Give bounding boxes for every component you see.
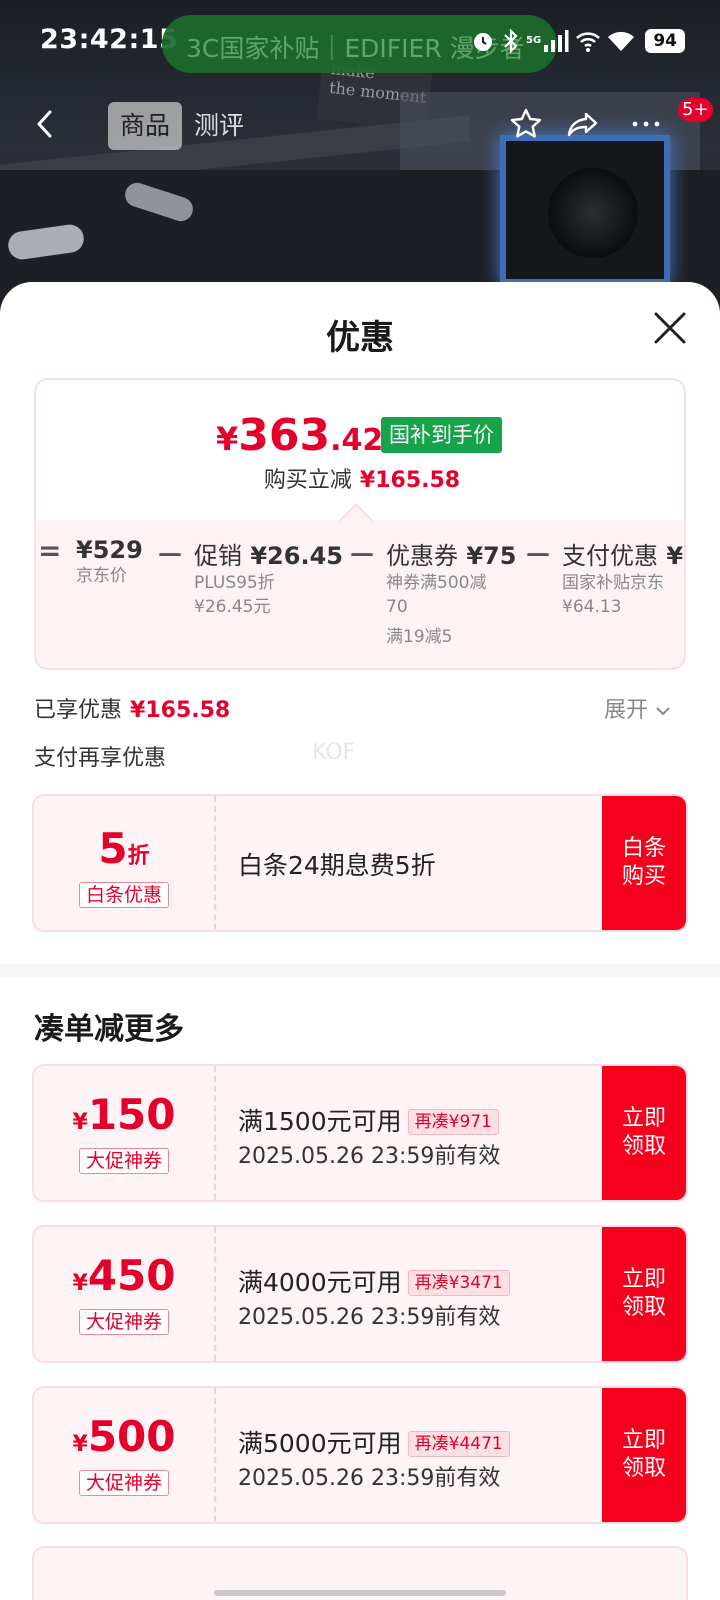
share-icon[interactable]: [566, 106, 602, 142]
section-title: 凑单减更多: [34, 1012, 184, 1047]
coupon-validity: 2025.05.26 23:59前有效: [238, 1144, 501, 1169]
message-count-badge: 5+: [678, 98, 713, 122]
coupon-condition: 满4000元可用 再凑¥3471: [238, 1263, 510, 1299]
coupon-validity: 2025.05.26 23:59前有效: [238, 1305, 501, 1330]
product-tabs: 商品 测评: [108, 102, 256, 150]
coupon-gap-badge: 再凑¥971: [407, 1109, 499, 1135]
claim-coupon-button[interactable]: 立即领取: [602, 1388, 686, 1522]
coupon-card: ¥450 大促神券 满4000元可用 再凑¥3471 2025.05.26 23:…: [32, 1225, 688, 1363]
subsidy-price-tag: 国补到手价: [381, 417, 502, 453]
minus-sign: －: [156, 539, 185, 572]
coupon-gap-badge: 再凑¥3471: [407, 1270, 510, 1296]
breakdown-item-promotion: 促销 ¥26.45 PLUS95折 ¥26.45元: [194, 542, 343, 617]
home-indicator[interactable]: [214, 1590, 506, 1596]
instant-reduction: 购买立减 ¥165.58: [263, 468, 461, 493]
more-icon[interactable]: [628, 106, 664, 142]
coupon-validity: 2025.05.26 23:59前有效: [238, 1466, 501, 1491]
watermark: KOF: [312, 740, 356, 765]
coupon-tag: 大促神券: [78, 1148, 169, 1174]
network-type-label: 5G: [526, 35, 542, 46]
coupon-amount: 500: [87, 1412, 176, 1461]
equals-sign: =: [38, 534, 62, 567]
wifi-icon-2: [608, 31, 635, 51]
coupon-tag: 大促神券: [78, 1309, 169, 1335]
tab-product[interactable]: 商品: [108, 102, 183, 150]
battery-level: 94: [645, 29, 686, 53]
chevron-down-icon: [656, 707, 670, 716]
alarm-icon: [474, 33, 492, 51]
discount-amount: 5: [98, 824, 128, 873]
coupon-condition: 满5000元可用 再凑¥4471: [238, 1424, 510, 1460]
enjoyed-discount: 已享优惠 ¥165.58: [34, 698, 231, 723]
coupon-amount: 450: [87, 1251, 176, 1300]
favorite-star-icon[interactable]: [508, 106, 544, 142]
coupon-card: ¥150 大促神券 满1500元可用 再凑¥971 2025.05.26 23:5…: [32, 1064, 688, 1202]
status-bar: 23:42:15 3C国家补贴｜EDIFIER 漫步者 5G 94: [0, 0, 720, 80]
signal-icon: [544, 30, 569, 52]
sheet-title: 优惠: [326, 318, 394, 358]
minus-sign: －: [348, 539, 377, 572]
close-icon[interactable]: [652, 310, 688, 346]
status-icons: 5G 94: [470, 26, 686, 56]
coupon-condition: 满1500元可用 再凑¥971: [238, 1102, 499, 1138]
tab-reviews[interactable]: 测评: [182, 102, 256, 150]
coupon-gap-badge: 再凑¥4471: [407, 1431, 510, 1457]
coupon-tag: 大促神券: [78, 1470, 169, 1496]
baitiao-discount-card: 5折 白条优惠 白条24期息费5折 白条购买: [32, 794, 688, 932]
section-divider: [0, 964, 720, 978]
final-price: ¥363.42: [216, 410, 384, 461]
baitiao-buy-button[interactable]: 白条购买: [602, 796, 686, 930]
coupon-card: ¥500 大促神券 满5000元可用 再凑¥4471 2025.05.26 23:…: [32, 1386, 688, 1524]
discount-sheet: 优惠 ¥363.42 国补到手价 购买立减 ¥165.58 = ¥529 京东价 …: [0, 282, 720, 1600]
coupon-amount: 150: [87, 1090, 176, 1139]
pay-more-title: 支付再享优惠: [34, 746, 167, 771]
bluetooth-icon: [504, 28, 518, 54]
price-summary-card: ¥363.42 国补到手价 购买立减 ¥165.58 = ¥529 京东价 － 促…: [34, 378, 686, 670]
status-time: 23:42:15: [40, 24, 179, 55]
discount-description: 白条24期息费5折: [238, 851, 436, 880]
minus-sign: －: [524, 539, 553, 572]
discount-tag: 白条优惠: [78, 882, 169, 908]
breakdown-item-coupon: 优惠券 ¥75 神券满500减 70 满19减5: [386, 542, 517, 647]
back-icon[interactable]: [30, 106, 60, 142]
breakdown-item-jd-price: ¥529 京东价: [76, 536, 143, 586]
price-breakdown[interactable]: = ¥529 京东价 － 促销 ¥26.45 PLUS95折 ¥26.45元 －…: [36, 520, 684, 668]
claim-coupon-button[interactable]: 立即领取: [602, 1227, 686, 1361]
expand-button[interactable]: 展开: [604, 692, 671, 724]
wifi-icon: [576, 32, 601, 52]
breakdown-item-payment: 支付优惠 ¥ 国家补贴京东 ¥64.13: [562, 542, 684, 617]
claim-coupon-button[interactable]: 立即领取: [602, 1066, 686, 1200]
